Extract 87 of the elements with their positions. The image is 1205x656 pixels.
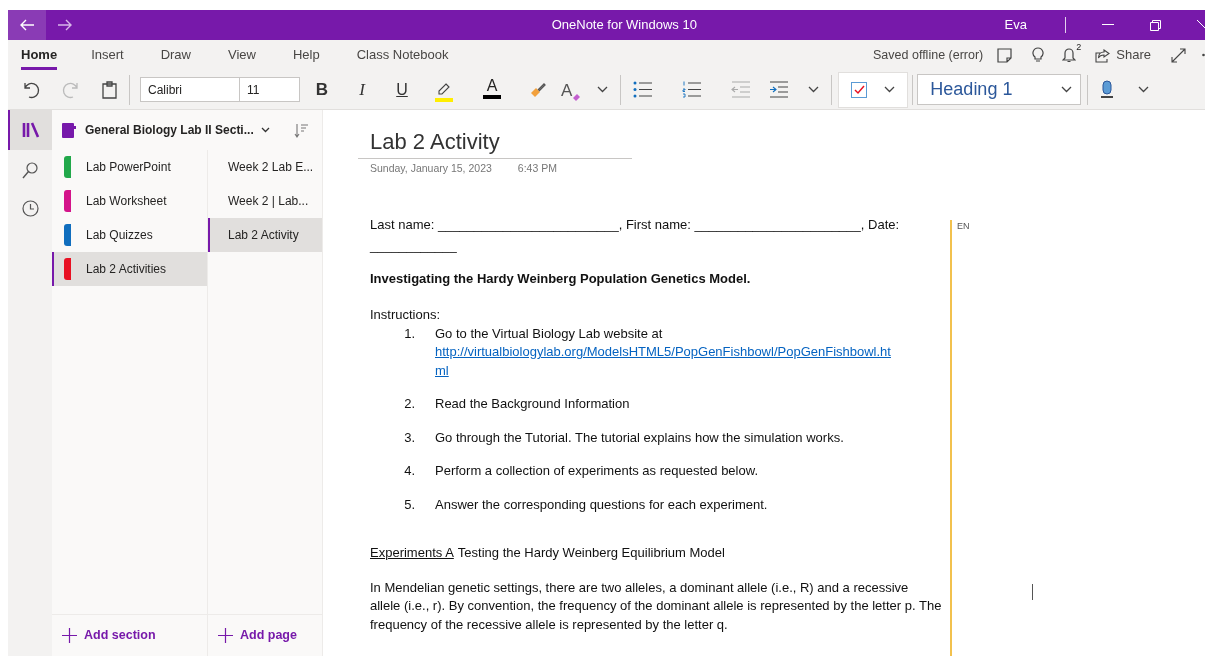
font-name-field[interactable]: Calibri xyxy=(140,77,240,102)
sort-icon[interactable] xyxy=(294,122,308,138)
paragraph: In Mendelian genetic settings, there are two alleles, a dominant allele (i.e., R) and a recessive allele (i.e., r). By convention, the frequency of the dominant allele is represented by the letter p. The frequency of the recessive allele is represented by the letter q. xyxy=(370,578,942,634)
chevron-down-icon xyxy=(260,127,270,133)
back-arrow-icon xyxy=(19,19,35,31)
name-fields-line: Last name: _________________________, First name: _______________________, Date: ____________ xyxy=(370,215,901,255)
back-button[interactable] xyxy=(8,10,46,40)
more-icon[interactable] xyxy=(1202,53,1205,57)
undo-icon[interactable] xyxy=(22,80,40,99)
text-cursor xyxy=(1032,584,1033,600)
notification-count: 2 xyxy=(1076,43,1082,52)
notebook-selector[interactable]: General Biology Lab II Secti... xyxy=(85,121,270,139)
list-item-text: Go to the Virtual Biology Lab website at xyxy=(435,324,664,343)
bullet-list-icon[interactable] xyxy=(633,81,653,98)
ribbon-tab[interactable]: Class Notebook xyxy=(356,40,449,70)
bell-icon[interactable] xyxy=(1062,47,1077,63)
expand-icon[interactable] xyxy=(1171,47,1186,63)
minimize-icon[interactable] xyxy=(1102,24,1114,26)
page-title[interactable]: Lab 2 Activity xyxy=(358,128,632,159)
instructions-label: Instructions: xyxy=(370,306,442,325)
library-icon xyxy=(22,122,40,138)
notebook-icon xyxy=(62,122,76,138)
list-number: 2. xyxy=(403,395,415,414)
ribbon-tab[interactable]: View xyxy=(228,40,256,70)
ribbon-tab[interactable]: Draw xyxy=(160,40,191,70)
list-item-text: Read the Background Information xyxy=(435,395,630,414)
sticky-note-icon[interactable] xyxy=(997,47,1013,63)
language-indicator: EN xyxy=(957,220,970,233)
ribbon-tab[interactable]: Help xyxy=(292,40,320,70)
link[interactable]: http://virtualbiologylab.org/ModelsHTML5/PopGenFishbowl/PopGenFishbowl.html xyxy=(435,343,897,381)
eraser-icon xyxy=(572,92,582,101)
page-date: Sunday, January 15, 2023 xyxy=(370,161,492,176)
chevron-down-icon xyxy=(884,86,896,93)
plus-icon xyxy=(218,628,233,643)
plus-icon xyxy=(62,628,77,643)
chevron-down-icon xyxy=(1061,86,1073,93)
section-tab[interactable]: Lab Quizzes xyxy=(52,218,207,252)
heading: Investigating the Hardy Weinberg Population Genetics Model. xyxy=(370,269,752,288)
page-item[interactable]: Lab 2 Activity xyxy=(208,218,322,252)
page-time: 6:43 PM xyxy=(517,161,557,176)
clock-icon[interactable] xyxy=(21,200,39,217)
list-number: 5. xyxy=(403,495,415,514)
chevron-down-icon[interactable] xyxy=(1138,86,1150,93)
share-button[interactable]: Share xyxy=(1095,45,1151,65)
list-number: 1. xyxy=(403,324,415,343)
style-dropdown[interactable]: Heading 1 xyxy=(917,74,1082,105)
numbered-list-icon[interactable] xyxy=(682,81,702,98)
checkbox-tag-icon xyxy=(851,81,868,98)
italic-button[interactable]: I xyxy=(355,79,369,100)
share-icon xyxy=(1095,47,1112,63)
list-item-text: Answer the corresponding questions for each experiment. xyxy=(435,495,768,514)
section-tab[interactable]: Lab PowerPoint xyxy=(52,150,207,184)
list-item-text: Go through the Tutorial. The tutorial explains how the simulation works. xyxy=(435,428,844,447)
clipboard-icon[interactable] xyxy=(102,80,117,99)
list-number: 3. xyxy=(403,428,415,447)
font-color-button[interactable]: A xyxy=(481,76,503,103)
add-section-button[interactable]: Add section xyxy=(62,626,156,645)
section-title: Testing the Hardy Weinberg Equilibrium Model xyxy=(457,544,725,563)
bold-button[interactable]: B xyxy=(315,79,329,100)
page-item[interactable]: Week 2 | Lab... xyxy=(208,184,322,218)
lightbulb-icon[interactable] xyxy=(1032,47,1045,63)
user-name: Eva xyxy=(1004,16,1027,35)
font-size-field[interactable]: 11 xyxy=(240,77,300,102)
chevron-down-icon[interactable] xyxy=(597,86,609,93)
underline-button[interactable]: U xyxy=(395,79,409,100)
ribbon-tab[interactable]: Insert xyxy=(91,40,124,70)
clear-formatting-button[interactable]: A xyxy=(561,78,582,101)
section-tab[interactable]: Lab Worksheet xyxy=(52,184,207,218)
list-number: 4. xyxy=(403,462,415,481)
increase-indent-icon[interactable] xyxy=(769,81,789,98)
close-icon[interactable] xyxy=(1197,19,1205,31)
font-color-swatch xyxy=(483,94,501,99)
section-label: Experiments A xyxy=(370,544,454,563)
add-page-button[interactable]: Add page xyxy=(218,626,297,645)
microphone-icon[interactable] xyxy=(1100,79,1115,100)
notebooks-button[interactable] xyxy=(8,110,52,150)
forward-arrow-icon xyxy=(57,19,73,31)
tag-dropdown[interactable] xyxy=(838,71,909,108)
window-title: OneNote for Windows 10 xyxy=(551,16,697,35)
highlighter-icon xyxy=(435,81,453,102)
sync-status: Saved offline (error) xyxy=(873,46,984,64)
restore-icon[interactable] xyxy=(1150,19,1161,31)
page-item[interactable]: Week 2 Lab E... xyxy=(208,150,322,184)
search-icon[interactable] xyxy=(22,162,38,179)
section-tab[interactable]: Lab 2 Activities xyxy=(52,252,207,286)
chevron-down-icon[interactable] xyxy=(808,86,820,93)
list-item-text: Perform a collection of experiments as requested below. xyxy=(435,462,758,481)
